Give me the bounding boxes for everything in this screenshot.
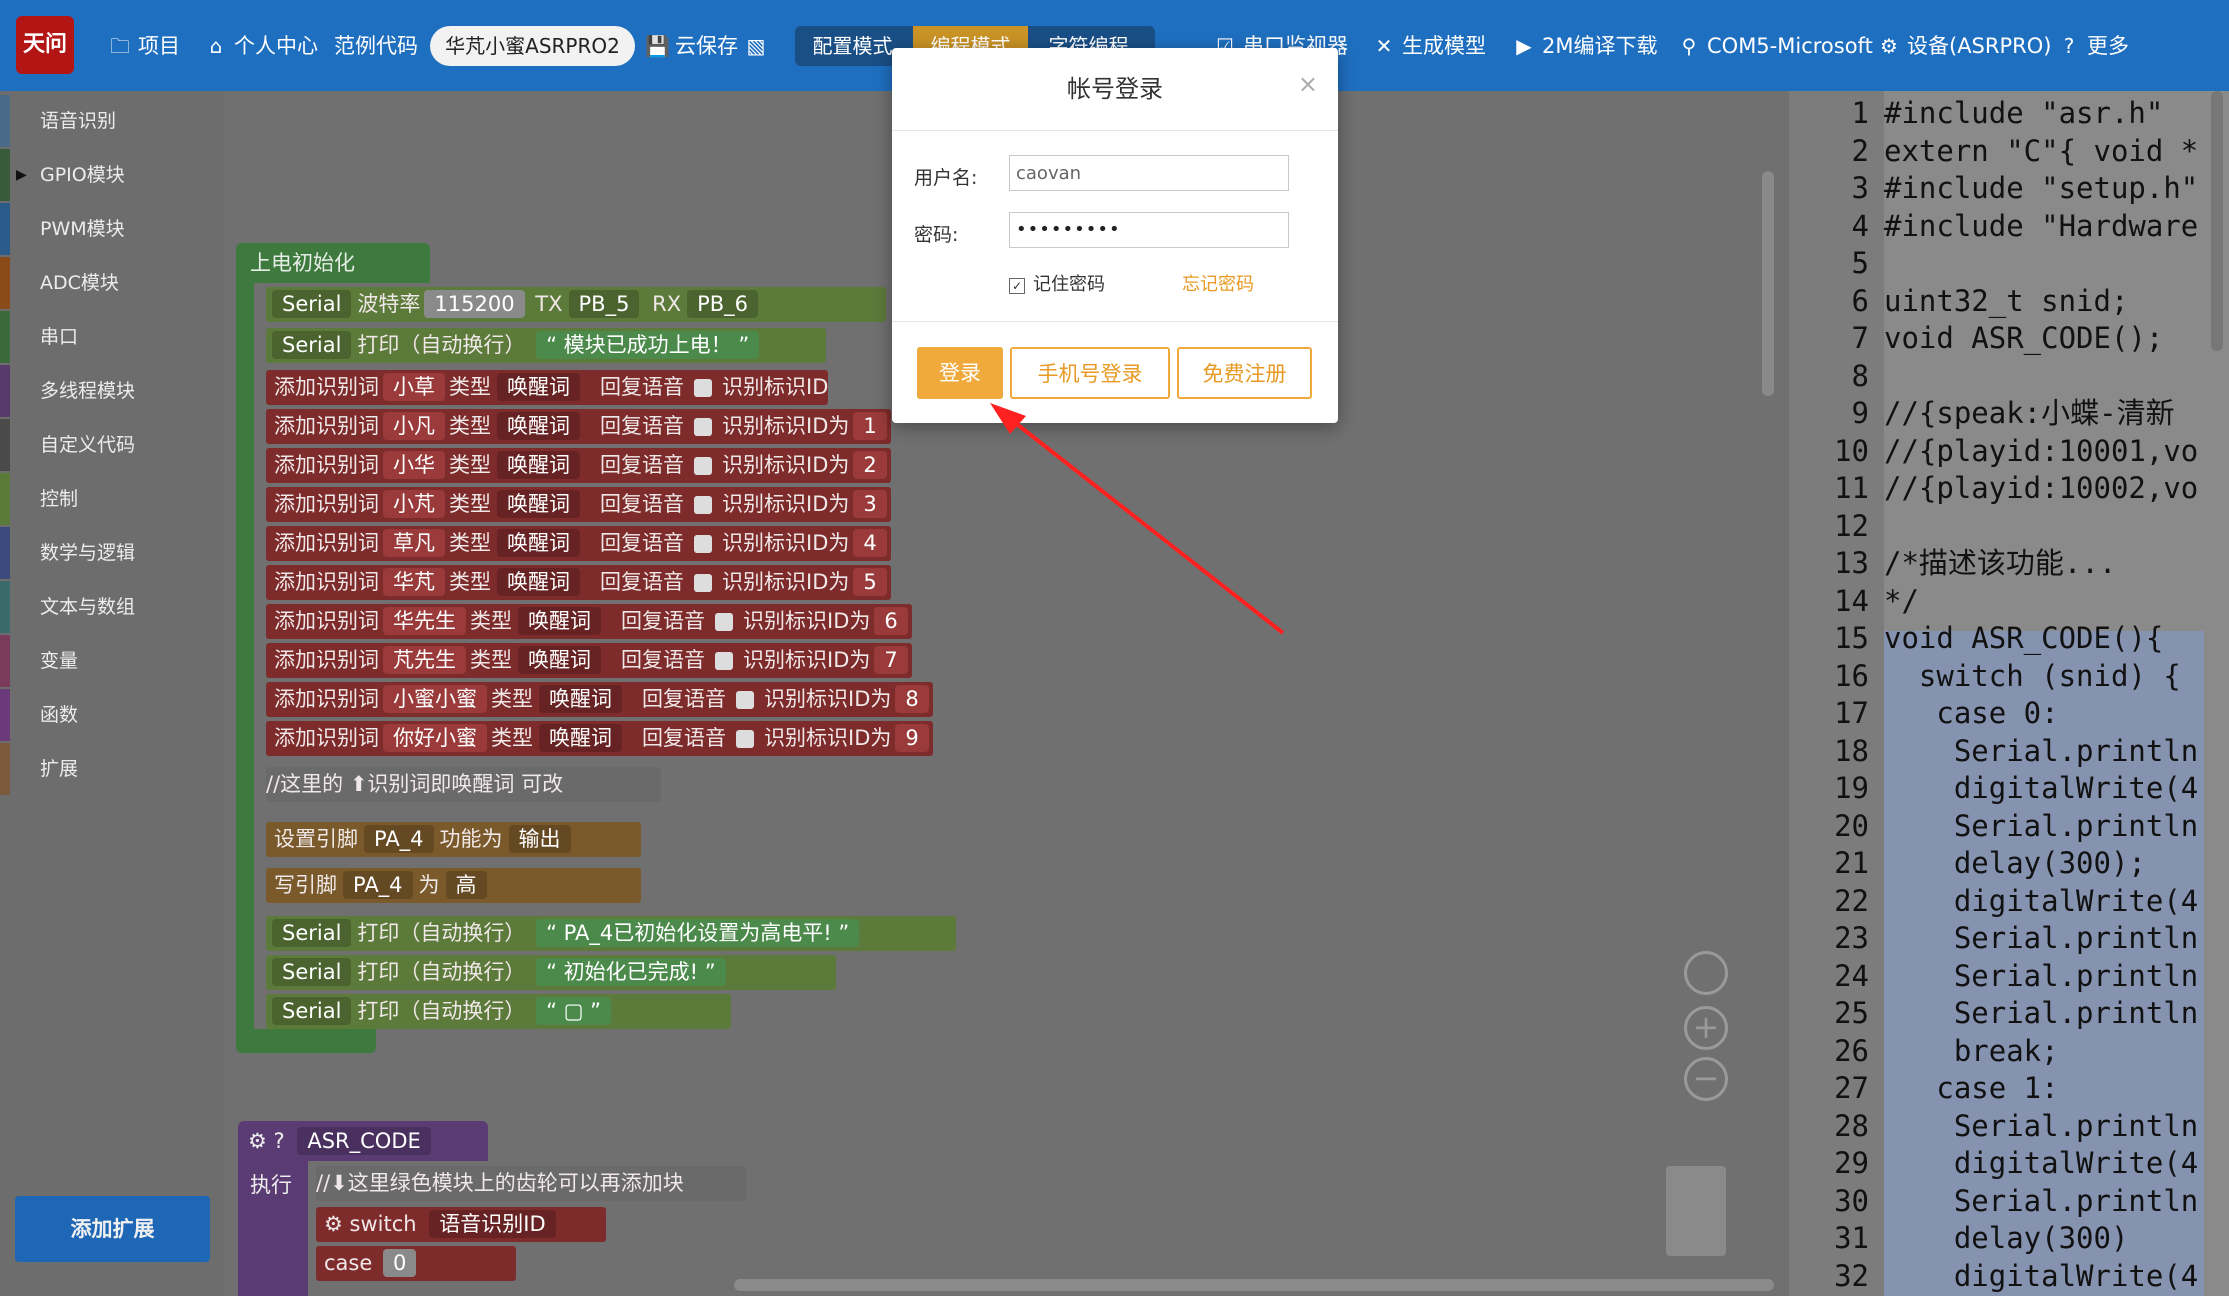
annotation-arrow bbox=[990, 403, 1285, 635]
